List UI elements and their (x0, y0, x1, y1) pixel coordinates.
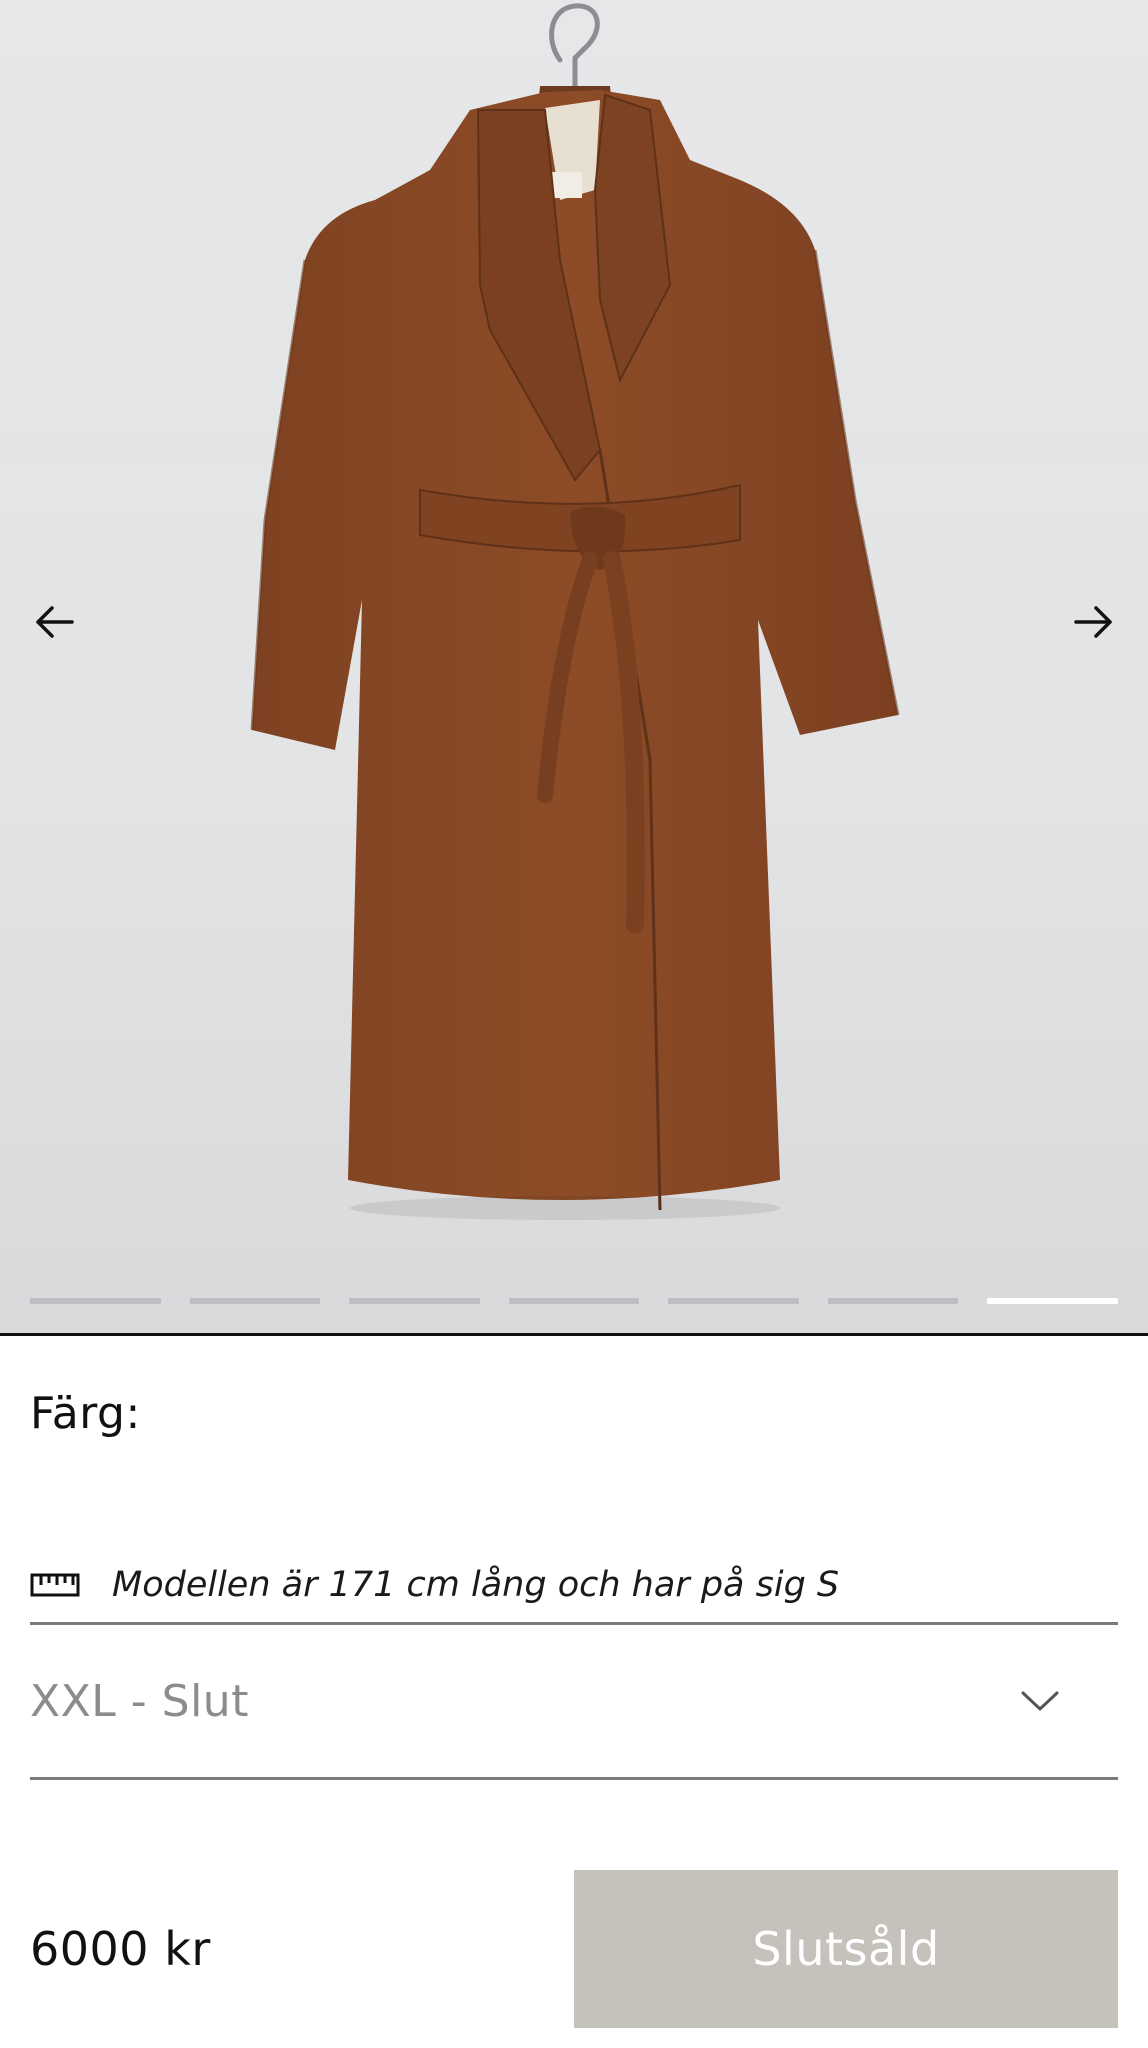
slide-indicator[interactable] (827, 1298, 959, 1304)
arrow-right-icon (1074, 606, 1112, 638)
slide-indicator[interactable] (349, 1298, 480, 1304)
sold-out-button[interactable]: Slutsåld (574, 1870, 1118, 2028)
product-gallery[interactable] (0, 0, 1148, 1336)
next-image-button[interactable] (1062, 590, 1126, 654)
slide-indicator[interactable] (508, 1298, 640, 1304)
product-price: 6000 kr (30, 1922, 211, 1976)
slide-indicator[interactable] (668, 1298, 799, 1304)
slide-indicator-active[interactable] (987, 1298, 1119, 1304)
size-select-value: XXL - Slut (30, 1675, 249, 1727)
size-select[interactable]: XXL - Slut (30, 1622, 1118, 1780)
previous-image-button[interactable] (22, 590, 86, 654)
model-info-text: Modellen är 171 cm lång och har på sig S (112, 1565, 840, 1605)
color-label: Färg: (30, 1388, 141, 1439)
model-size-info: Modellen är 171 cm lång och har på sig S (30, 1545, 1118, 1625)
product-page: Färg: Modellen är 171 cm lång och har på… (0, 0, 1148, 2048)
ruler-icon (30, 1573, 80, 1597)
slide-indicator[interactable] (30, 1298, 161, 1304)
arrow-left-icon (36, 606, 74, 638)
slide-indicators (30, 1298, 1119, 1304)
product-image (0, 0, 1148, 1333)
chevron-down-icon (1021, 1691, 1059, 1711)
slide-indicator[interactable] (189, 1298, 321, 1304)
